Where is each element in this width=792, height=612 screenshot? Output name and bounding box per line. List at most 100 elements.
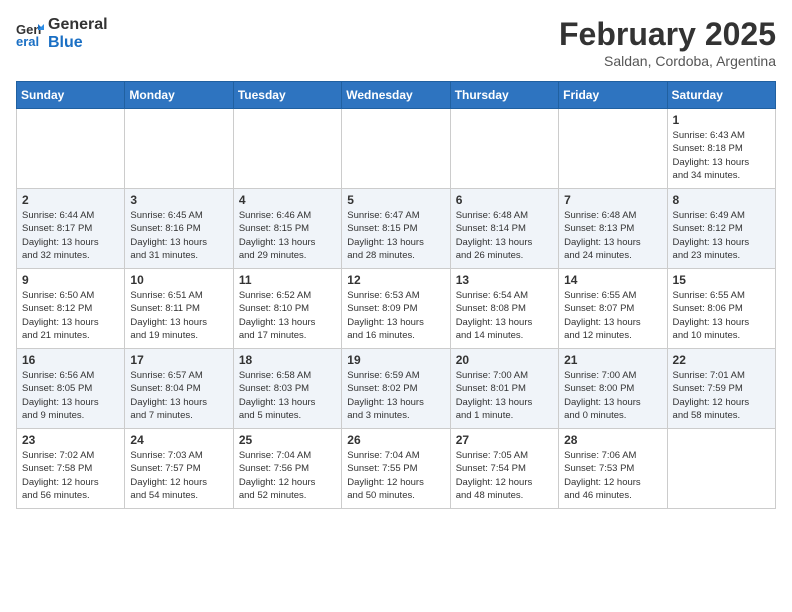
- calendar-cell: 15 Sunrise: 6:55 AM Sunset: 8:06 PM Dayli…: [667, 269, 775, 349]
- calendar-cell: [342, 109, 450, 189]
- day-number: 26: [347, 433, 444, 447]
- calendar-cell: [17, 109, 125, 189]
- day-info: Sunrise: 6:51 AM Sunset: 8:11 PM Dayligh…: [130, 289, 227, 342]
- calendar-cell: 13 Sunrise: 6:54 AM Sunset: 8:08 PM Dayli…: [450, 269, 558, 349]
- day-info: Sunrise: 6:58 AM Sunset: 8:03 PM Dayligh…: [239, 369, 336, 422]
- day-number: 19: [347, 353, 444, 367]
- day-number: 13: [456, 273, 553, 287]
- day-info: Sunrise: 6:56 AM Sunset: 8:05 PM Dayligh…: [22, 369, 119, 422]
- day-number: 10: [130, 273, 227, 287]
- calendar-cell: 4 Sunrise: 6:46 AM Sunset: 8:15 PM Daylig…: [233, 189, 341, 269]
- day-info: Sunrise: 6:50 AM Sunset: 8:12 PM Dayligh…: [22, 289, 119, 342]
- weekday-header-row: SundayMondayTuesdayWednesdayThursdayFrid…: [17, 82, 776, 109]
- day-info: Sunrise: 6:59 AM Sunset: 8:02 PM Dayligh…: [347, 369, 444, 422]
- day-number: 1: [673, 113, 770, 127]
- day-number: 20: [456, 353, 553, 367]
- calendar-cell: 11 Sunrise: 6:52 AM Sunset: 8:10 PM Dayli…: [233, 269, 341, 349]
- calendar-week-2: 2Sunrise: 6:44 AM Sunset: 8:17 PM Daylig…: [17, 189, 776, 269]
- day-info: Sunrise: 7:02 AM Sunset: 7:58 PM Dayligh…: [22, 449, 119, 502]
- day-info: Sunrise: 6:43 AM Sunset: 8:18 PM Dayligh…: [673, 129, 770, 182]
- calendar-table: SundayMondayTuesdayWednesdayThursdayFrid…: [16, 81, 776, 509]
- day-number: 17: [130, 353, 227, 367]
- day-info: Sunrise: 7:06 AM Sunset: 7:53 PM Dayligh…: [564, 449, 661, 502]
- day-info: Sunrise: 6:46 AM Sunset: 8:15 PM Dayligh…: [239, 209, 336, 262]
- day-info: Sunrise: 7:01 AM Sunset: 7:59 PM Dayligh…: [673, 369, 770, 422]
- day-info: Sunrise: 6:55 AM Sunset: 8:06 PM Dayligh…: [673, 289, 770, 342]
- weekday-header-friday: Friday: [559, 82, 667, 109]
- calendar-week-5: 23Sunrise: 7:02 AM Sunset: 7:58 PM Dayli…: [17, 429, 776, 509]
- day-number: 25: [239, 433, 336, 447]
- day-number: 7: [564, 193, 661, 207]
- day-info: Sunrise: 7:03 AM Sunset: 7:57 PM Dayligh…: [130, 449, 227, 502]
- page-header: Gen eral General Blue February 2025 Sald…: [16, 16, 776, 69]
- calendar-cell: 21 Sunrise: 7:00 AM Sunset: 8:00 PM Dayli…: [559, 349, 667, 429]
- weekday-header-saturday: Saturday: [667, 82, 775, 109]
- calendar-cell: 14 Sunrise: 6:55 AM Sunset: 8:07 PM Dayli…: [559, 269, 667, 349]
- calendar-cell: 1 Sunrise: 6:43 AM Sunset: 8:18 PM Daylig…: [667, 109, 775, 189]
- calendar-cell: 6Sunrise: 6:48 AM Sunset: 8:14 PM Daylig…: [450, 189, 558, 269]
- calendar-cell: 17 Sunrise: 6:57 AM Sunset: 8:04 PM Dayli…: [125, 349, 233, 429]
- day-info: Sunrise: 7:04 AM Sunset: 7:56 PM Dayligh…: [239, 449, 336, 502]
- logo-line1: General: [48, 16, 108, 34]
- day-info: Sunrise: 6:55 AM Sunset: 8:07 PM Dayligh…: [564, 289, 661, 342]
- logo-icon: Gen eral: [16, 20, 44, 48]
- day-number: 21: [564, 353, 661, 367]
- day-info: Sunrise: 6:57 AM Sunset: 8:04 PM Dayligh…: [130, 369, 227, 422]
- location: Saldan, Cordoba, Argentina: [559, 53, 776, 69]
- day-info: Sunrise: 6:49 AM Sunset: 8:12 PM Dayligh…: [673, 209, 770, 262]
- calendar-cell: 5 Sunrise: 6:47 AM Sunset: 8:15 PM Daylig…: [342, 189, 450, 269]
- day-number: 14: [564, 273, 661, 287]
- day-info: Sunrise: 6:53 AM Sunset: 8:09 PM Dayligh…: [347, 289, 444, 342]
- calendar-cell: 27Sunrise: 7:05 AM Sunset: 7:54 PM Dayli…: [450, 429, 558, 509]
- day-number: 4: [239, 193, 336, 207]
- title-block: February 2025 Saldan, Cordoba, Argentina: [559, 16, 776, 69]
- calendar-cell: 28Sunrise: 7:06 AM Sunset: 7:53 PM Dayli…: [559, 429, 667, 509]
- day-info: Sunrise: 7:04 AM Sunset: 7:55 PM Dayligh…: [347, 449, 444, 502]
- calendar-cell: 2Sunrise: 6:44 AM Sunset: 8:17 PM Daylig…: [17, 189, 125, 269]
- calendar-cell: [125, 109, 233, 189]
- svg-text:eral: eral: [16, 34, 39, 48]
- day-info: Sunrise: 6:48 AM Sunset: 8:13 PM Dayligh…: [564, 209, 661, 262]
- day-number: 15: [673, 273, 770, 287]
- calendar-cell: 25 Sunrise: 7:04 AM Sunset: 7:56 PM Dayli…: [233, 429, 341, 509]
- day-number: 18: [239, 353, 336, 367]
- month-title: February 2025: [559, 16, 776, 53]
- calendar-cell: 16Sunrise: 6:56 AM Sunset: 8:05 PM Dayli…: [17, 349, 125, 429]
- calendar-cell: 22 Sunrise: 7:01 AM Sunset: 7:59 PM Dayli…: [667, 349, 775, 429]
- day-info: Sunrise: 6:52 AM Sunset: 8:10 PM Dayligh…: [239, 289, 336, 342]
- calendar-cell: 23Sunrise: 7:02 AM Sunset: 7:58 PM Dayli…: [17, 429, 125, 509]
- day-number: 24: [130, 433, 227, 447]
- calendar-cell: [233, 109, 341, 189]
- day-info: Sunrise: 7:00 AM Sunset: 8:01 PM Dayligh…: [456, 369, 553, 422]
- day-info: Sunrise: 6:45 AM Sunset: 8:16 PM Dayligh…: [130, 209, 227, 262]
- day-number: 12: [347, 273, 444, 287]
- weekday-header-tuesday: Tuesday: [233, 82, 341, 109]
- day-number: 11: [239, 273, 336, 287]
- calendar-week-3: 9 Sunrise: 6:50 AM Sunset: 8:12 PM Daylig…: [17, 269, 776, 349]
- calendar-cell: 3Sunrise: 6:45 AM Sunset: 8:16 PM Daylig…: [125, 189, 233, 269]
- weekday-header-wednesday: Wednesday: [342, 82, 450, 109]
- calendar-week-1: 1 Sunrise: 6:43 AM Sunset: 8:18 PM Daylig…: [17, 109, 776, 189]
- day-number: 5: [347, 193, 444, 207]
- day-info: Sunrise: 7:00 AM Sunset: 8:00 PM Dayligh…: [564, 369, 661, 422]
- day-number: 9: [22, 273, 119, 287]
- day-info: Sunrise: 7:05 AM Sunset: 7:54 PM Dayligh…: [456, 449, 553, 502]
- weekday-header-thursday: Thursday: [450, 82, 558, 109]
- calendar-cell: [667, 429, 775, 509]
- day-info: Sunrise: 6:48 AM Sunset: 8:14 PM Dayligh…: [456, 209, 553, 262]
- calendar-cell: 18 Sunrise: 6:58 AM Sunset: 8:03 PM Dayli…: [233, 349, 341, 429]
- calendar-cell: 7 Sunrise: 6:48 AM Sunset: 8:13 PM Daylig…: [559, 189, 667, 269]
- calendar-cell: 24 Sunrise: 7:03 AM Sunset: 7:57 PM Dayli…: [125, 429, 233, 509]
- calendar-cell: 9 Sunrise: 6:50 AM Sunset: 8:12 PM Daylig…: [17, 269, 125, 349]
- day-number: 8: [673, 193, 770, 207]
- day-info: Sunrise: 6:47 AM Sunset: 8:15 PM Dayligh…: [347, 209, 444, 262]
- calendar-cell: 10 Sunrise: 6:51 AM Sunset: 8:11 PM Dayli…: [125, 269, 233, 349]
- calendar-cell: 8 Sunrise: 6:49 AM Sunset: 8:12 PM Daylig…: [667, 189, 775, 269]
- weekday-header-sunday: Sunday: [17, 82, 125, 109]
- logo: Gen eral General Blue: [16, 16, 108, 51]
- calendar-week-4: 16Sunrise: 6:56 AM Sunset: 8:05 PM Dayli…: [17, 349, 776, 429]
- day-number: 22: [673, 353, 770, 367]
- day-info: Sunrise: 6:54 AM Sunset: 8:08 PM Dayligh…: [456, 289, 553, 342]
- calendar-cell: [559, 109, 667, 189]
- calendar-cell: 12 Sunrise: 6:53 AM Sunset: 8:09 PM Dayli…: [342, 269, 450, 349]
